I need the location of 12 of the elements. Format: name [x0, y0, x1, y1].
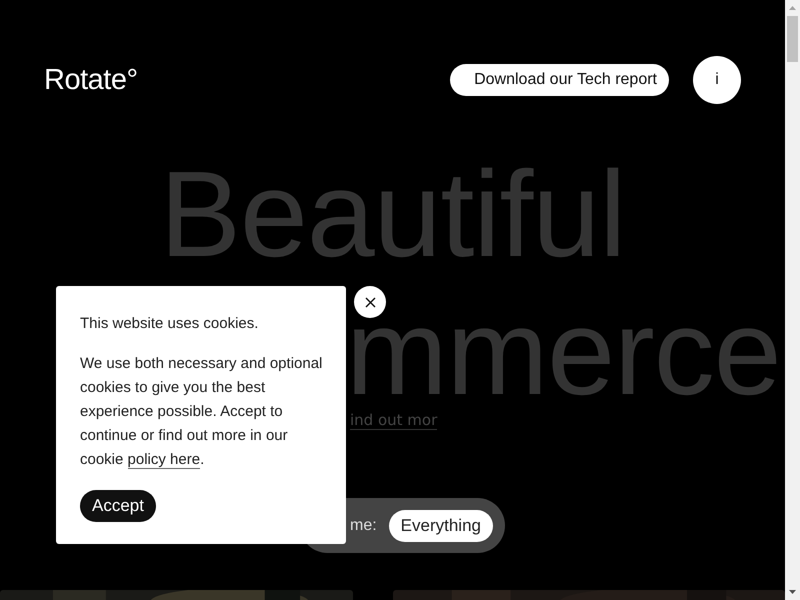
info-button[interactable]: i [693, 56, 741, 104]
filter-label: me: [350, 516, 377, 534]
scrollbar[interactable] [785, 0, 800, 600]
filter-chip[interactable]: Everything [388, 510, 493, 542]
policy-link[interactable]: policy here [128, 451, 200, 469]
close-button[interactable] [354, 286, 386, 318]
cookie-text: We use both necessary and optional cookies to give you the best experience possible. Accept to continue or find out more in our cookie policy here. [80, 354, 324, 471]
accept-button[interactable]: Accept [80, 490, 156, 522]
logo[interactable]: Rotate° [44, 64, 138, 96]
cookie-title: This website uses cookies. [80, 314, 260, 334]
close-icon [364, 296, 376, 308]
report-button[interactable]: Download our Tech report [450, 64, 669, 96]
